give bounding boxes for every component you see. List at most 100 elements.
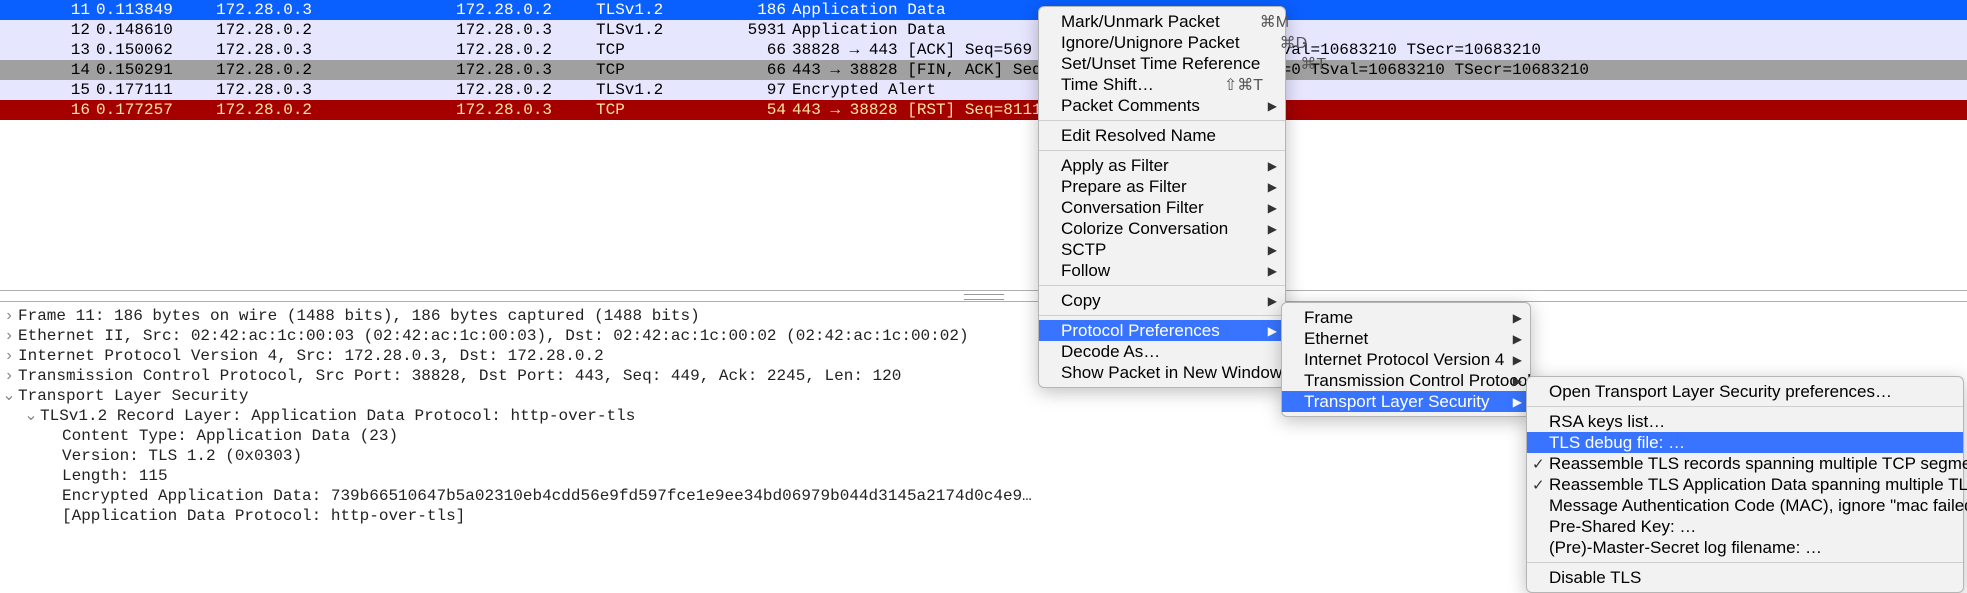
menu-pre-shared-key[interactable]: Pre-Shared Key: …	[1527, 516, 1963, 537]
packet-dst: 172.28.0.3	[456, 20, 596, 40]
packet-row[interactable]: 12 0.148610 172.28.0.2 172.28.0.3 TLSv1.…	[0, 20, 1967, 40]
packet-src: 172.28.0.3	[216, 80, 456, 100]
packet-len: 186	[726, 0, 792, 20]
chevron-right-icon: ▶	[1268, 159, 1277, 173]
shortcut: ⌘M	[1220, 12, 1289, 32]
menu-set-time-ref[interactable]: Set/Unset Time Reference⌘T	[1039, 53, 1285, 74]
chevron-down-icon[interactable]: ⌄	[22, 406, 40, 426]
packet-time: 0.150291	[96, 60, 216, 80]
chevron-right-icon: ▶	[1513, 353, 1522, 367]
menu-packet-comments[interactable]: Packet Comments▶	[1039, 95, 1285, 116]
packet-time: 0.177111	[96, 80, 216, 100]
packet-time: 0.148610	[96, 20, 216, 40]
packet-no: 15	[0, 80, 96, 100]
chevron-right-icon: ▶	[1513, 332, 1522, 346]
packet-dst: 172.28.0.3	[456, 100, 596, 120]
shortcut: ⌘D	[1240, 33, 1308, 53]
chevron-right-icon: ▶	[1513, 374, 1522, 388]
detail-ip[interactable]: Internet Protocol Version 4, Src: 172.28…	[18, 346, 1967, 366]
packet-row[interactable]: 13 0.150062 172.28.0.3 172.28.0.2 TCP 66…	[0, 40, 1967, 60]
menu-master-secret-log[interactable]: (Pre)-Master-Secret log filename: …	[1527, 537, 1963, 558]
detail-eth[interactable]: Ethernet II, Src: 02:42:ac:1c:00:03 (02:…	[18, 326, 1967, 346]
menu-decode-as[interactable]: Decode As…	[1039, 341, 1285, 362]
menu-proto-frame[interactable]: Frame▶	[1282, 307, 1530, 328]
menu-protocol-preferences[interactable]: Protocol Preferences▶	[1039, 320, 1285, 341]
packet-src: 172.28.0.2	[216, 20, 456, 40]
chevron-right-icon: ▶	[1268, 294, 1277, 308]
menu-separator	[1527, 562, 1963, 563]
menu-tls-debug-file[interactable]: TLS debug file: …	[1527, 432, 1963, 453]
menu-reassemble-tls-appdata[interactable]: ✓Reassemble TLS Application Data spannin…	[1527, 474, 1963, 495]
menu-time-shift[interactable]: Time Shift…⇧⌘T	[1039, 74, 1285, 95]
menu-edit-resolved-name[interactable]: Edit Resolved Name	[1039, 125, 1285, 146]
check-icon: ✓	[1532, 476, 1545, 494]
menu-ignore-packet[interactable]: Ignore/Unignore Packet⌘D	[1039, 32, 1285, 53]
context-menu-packet[interactable]: Mark/Unmark Packet⌘M Ignore/Unignore Pac…	[1038, 6, 1286, 388]
menu-proto-ethernet[interactable]: Ethernet▶	[1282, 328, 1530, 349]
menu-mark-packet[interactable]: Mark/Unmark Packet⌘M	[1039, 11, 1285, 32]
packet-dst: 172.28.0.2	[456, 0, 596, 20]
menu-copy[interactable]: Copy▶	[1039, 290, 1285, 311]
packet-dst: 172.28.0.3	[456, 60, 596, 80]
submenu-protocol-preferences[interactable]: Frame▶ Ethernet▶ Internet Protocol Versi…	[1281, 302, 1531, 417]
menu-proto-tcp[interactable]: Transmission Control Protocol▶	[1282, 370, 1530, 391]
menu-apply-filter[interactable]: Apply as Filter▶	[1039, 155, 1285, 176]
menu-sctp[interactable]: SCTP▶	[1039, 239, 1285, 260]
menu-rsa-keys-list[interactable]: RSA keys list…	[1527, 411, 1963, 432]
detail-frame[interactable]: Frame 11: 186 bytes on wire (1488 bits),…	[18, 306, 1967, 326]
packet-list[interactable]: 11 0.113849 172.28.0.3 172.28.0.2 TLSv1.…	[0, 0, 1967, 120]
menu-proto-tls[interactable]: Transport Layer Security▶	[1282, 391, 1530, 412]
menu-prepare-filter[interactable]: Prepare as Filter▶	[1039, 176, 1285, 197]
menu-separator	[1039, 120, 1285, 121]
chevron-right-icon: ▶	[1268, 99, 1277, 113]
chevron-right-icon[interactable]: ›	[0, 366, 18, 386]
packet-no: 12	[0, 20, 96, 40]
packet-info: 443 → 38828 [RST] Seq=8111 Win=0 Len=0	[792, 100, 1967, 120]
packet-row[interactable]: 14 0.150291 172.28.0.2 172.28.0.3 TCP 66…	[0, 60, 1967, 80]
chevron-right-icon[interactable]: ›	[0, 306, 18, 326]
packet-len: 5931	[726, 20, 792, 40]
packet-info: 443 → 38828 [FIN, ACK] Seq=8110 Ack=569 …	[792, 60, 1967, 80]
menu-reassemble-tls-records[interactable]: ✓Reassemble TLS records spanning multipl…	[1527, 453, 1963, 474]
packet-time: 0.150062	[96, 40, 216, 60]
packet-len: 66	[726, 40, 792, 60]
packet-no: 13	[0, 40, 96, 60]
packet-no: 11	[0, 0, 96, 20]
menu-mac-ignore[interactable]: Message Authentication Code (MAC), ignor…	[1527, 495, 1963, 516]
packet-dst: 172.28.0.2	[456, 80, 596, 100]
menu-colorize-conversation[interactable]: Colorize Conversation▶	[1039, 218, 1285, 239]
shortcut: ⌘T	[1260, 54, 1326, 74]
packet-dst: 172.28.0.2	[456, 40, 596, 60]
chevron-down-icon[interactable]: ⌄	[0, 386, 18, 406]
chevron-right-icon[interactable]: ›	[0, 326, 18, 346]
packet-len: 97	[726, 80, 792, 100]
menu-conversation-filter[interactable]: Conversation Filter▶	[1039, 197, 1285, 218]
menu-proto-ipv4[interactable]: Internet Protocol Version 4▶	[1282, 349, 1530, 370]
chevron-right-icon: ▶	[1513, 395, 1522, 409]
chevron-right-icon: ▶	[1268, 222, 1277, 236]
menu-follow[interactable]: Follow▶	[1039, 260, 1285, 281]
menu-separator	[1527, 406, 1963, 407]
menu-disable-tls[interactable]: Disable TLS	[1527, 567, 1963, 588]
packet-proto: TCP	[596, 60, 726, 80]
menu-separator	[1039, 315, 1285, 316]
packet-info: Application Data	[792, 20, 1967, 40]
chevron-right-icon: ▶	[1268, 243, 1277, 257]
pane-splitter[interactable]	[0, 290, 1967, 302]
menu-show-packet-new-window[interactable]: Show Packet in New Window	[1039, 362, 1285, 383]
packet-info: Application Data	[792, 0, 1967, 20]
chevron-right-icon[interactable]: ›	[0, 346, 18, 366]
packet-proto: TLSv1.2	[596, 20, 726, 40]
menu-open-tls-prefs[interactable]: Open Transport Layer Security preference…	[1527, 381, 1963, 402]
shortcut: ⇧⌘T	[1184, 75, 1263, 95]
packet-row[interactable]: 15 0.177111 172.28.0.3 172.28.0.2 TLSv1.…	[0, 80, 1967, 100]
chevron-right-icon: ▶	[1268, 201, 1277, 215]
packet-src: 172.28.0.2	[216, 100, 456, 120]
check-icon: ✓	[1532, 455, 1545, 473]
submenu-tls-preferences[interactable]: Open Transport Layer Security preference…	[1526, 376, 1964, 593]
packet-info: 38828 → 443 [ACK] Seq=569 Ack=8111 Win=3…	[792, 40, 1967, 60]
packet-no: 16	[0, 100, 96, 120]
packet-row[interactable]: 11 0.113849 172.28.0.3 172.28.0.2 TLSv1.…	[0, 0, 1967, 20]
packet-row[interactable]: 16 0.177257 172.28.0.2 172.28.0.3 TCP 54…	[0, 100, 1967, 120]
chevron-right-icon: ▶	[1268, 324, 1277, 338]
